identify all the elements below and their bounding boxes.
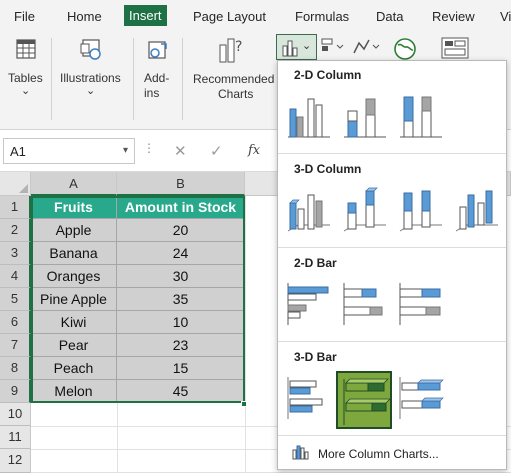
menu-home[interactable]: Home xyxy=(67,9,102,24)
amount-cell[interactable]: 23 xyxy=(117,334,245,357)
3d-stacked-column-thumb[interactable] xyxy=(340,185,390,235)
chevron-down-icon: ⌄ xyxy=(302,40,312,52)
recommended-label-1: Recommended xyxy=(193,72,275,86)
amount-cell[interactable]: 35 xyxy=(117,288,245,311)
fill-handle[interactable] xyxy=(241,401,247,407)
column-header-b[interactable]: B xyxy=(117,172,245,196)
menu-review[interactable]: Review xyxy=(432,9,475,24)
row-header[interactable]: 12 xyxy=(0,449,31,473)
fruit-cell[interactable]: Apple xyxy=(31,219,117,242)
menu-formulas[interactable]: Formulas xyxy=(295,9,349,24)
fruit-cell[interactable]: Pear xyxy=(31,334,117,357)
fruit-cell[interactable]: Melon xyxy=(31,380,117,403)
row-header[interactable]: 4 xyxy=(0,265,31,288)
insert-function-icon[interactable]: fx xyxy=(248,143,260,158)
select-all-corner[interactable] xyxy=(0,172,31,196)
column-chart-icon xyxy=(282,40,298,57)
clustered-column-thumb[interactable] xyxy=(284,91,334,141)
menu-data[interactable]: Data xyxy=(376,9,403,24)
amount-cell[interactable]: 15 xyxy=(117,357,245,380)
row-header[interactable]: 8 xyxy=(0,357,31,380)
section-divider xyxy=(278,435,506,436)
ribbon-separator xyxy=(133,38,134,120)
amount-cell[interactable]: 20 xyxy=(117,219,245,242)
3d-column-thumb[interactable] xyxy=(452,185,502,235)
3d-100-stacked-bar-thumb[interactable] xyxy=(396,373,446,423)
menu-bar: File Home Insert Page Layout Formulas Da… xyxy=(0,0,511,34)
amount-cell[interactable]: 24 xyxy=(117,242,245,265)
row-header[interactable]: 9 xyxy=(0,380,31,403)
addins-label-2: ins xyxy=(144,86,160,100)
name-box-value: A1 xyxy=(10,144,26,159)
svg-text:?: ? xyxy=(235,39,242,55)
100-stacked-bar-thumb[interactable] xyxy=(396,279,446,329)
tables-chevron: ⌄ xyxy=(21,85,31,97)
table-icon xyxy=(16,39,36,59)
gridline xyxy=(117,403,118,473)
row-header[interactable]: 3 xyxy=(0,242,31,265)
row-header[interactable]: 11 xyxy=(0,426,31,449)
column-chart-gallery: 2-D Column 3-D Column 2-D Bar 3-D Bar Mo… xyxy=(277,60,507,470)
name-box[interactable]: A1 ▾ xyxy=(3,138,135,164)
row-header[interactable]: 7 xyxy=(0,334,31,357)
fruit-cell[interactable]: Peach xyxy=(31,357,117,380)
fruit-cell[interactable]: Banana xyxy=(31,242,117,265)
recommended-label-2: Charts xyxy=(218,87,254,101)
stacked-bar-thumb[interactable] xyxy=(340,279,390,329)
menu-insert[interactable]: Insert xyxy=(124,5,167,26)
row-header[interactable]: 5 xyxy=(0,288,31,311)
maps-icon[interactable] xyxy=(393,37,417,61)
enter-icon[interactable]: ✓ xyxy=(210,142,223,160)
amount-cell[interactable]: 30 xyxy=(117,265,245,288)
row-header[interactable]: 6 xyxy=(0,311,31,334)
recommended-charts-icon: ? xyxy=(219,38,242,63)
fruit-cell[interactable]: Oranges xyxy=(31,265,117,288)
section-title-2d-column: 2-D Column xyxy=(294,68,362,82)
menu-page-layout[interactable]: Page Layout xyxy=(193,9,266,24)
ribbon-separator xyxy=(51,38,52,120)
amount-cell[interactable]: 10 xyxy=(117,311,245,334)
addins-icon xyxy=(148,41,167,59)
insert-column-chart-button[interactable]: ⌄ xyxy=(276,34,317,60)
more-column-charts-link[interactable]: More Column Charts... xyxy=(318,447,439,461)
cancel-icon[interactable]: ✕ xyxy=(174,142,187,160)
section-title-2d-bar: 2-D Bar xyxy=(294,256,337,270)
section-divider xyxy=(278,153,506,154)
row-header[interactable]: 1 xyxy=(0,196,31,219)
amount-cell[interactable]: 45 xyxy=(117,380,245,403)
drag-handle-icon[interactable]: ⋮ xyxy=(143,141,156,155)
bar-chart-icon[interactable] xyxy=(320,37,348,59)
3d-100-stacked-column-thumb[interactable] xyxy=(396,185,446,235)
row-header[interactable]: 2 xyxy=(0,219,31,242)
section-divider xyxy=(278,341,506,342)
ribbon-separator xyxy=(182,38,183,120)
stacked-column-thumb[interactable] xyxy=(340,91,390,141)
header-cell-fruits[interactable]: Fruits xyxy=(31,196,117,219)
gridline xyxy=(245,196,246,473)
header-cell-amount[interactable]: Amount in Stock xyxy=(117,196,245,219)
fruit-cell[interactable]: Kiwi xyxy=(31,311,117,334)
line-chart-icon[interactable] xyxy=(352,37,382,59)
menu-file[interactable]: File xyxy=(14,9,35,24)
3d-stacked-bar-thumb[interactable] xyxy=(336,371,392,429)
100-stacked-column-thumb[interactable] xyxy=(396,91,446,141)
section-divider xyxy=(278,247,506,248)
section-title-3d-column: 3-D Column xyxy=(294,162,362,176)
3d-clustered-bar-thumb[interactable] xyxy=(284,373,334,423)
illustrations-icon xyxy=(80,39,101,60)
clustered-bar-thumb[interactable] xyxy=(284,279,334,329)
addins-label-1: Add- xyxy=(144,71,170,85)
menu-view[interactable]: Vi xyxy=(500,9,511,24)
illustrations-chevron: ⌄ xyxy=(86,85,96,97)
name-box-dropdown-icon[interactable]: ▾ xyxy=(123,145,128,156)
section-title-3d-bar: 3-D Bar xyxy=(294,350,337,364)
fruit-cell[interactable]: Pine Apple xyxy=(31,288,117,311)
column-chart-icon xyxy=(292,445,309,460)
row-header[interactable]: 10 xyxy=(0,403,31,426)
column-header-a[interactable]: A xyxy=(31,172,117,196)
3d-clustered-column-thumb[interactable] xyxy=(284,185,334,235)
